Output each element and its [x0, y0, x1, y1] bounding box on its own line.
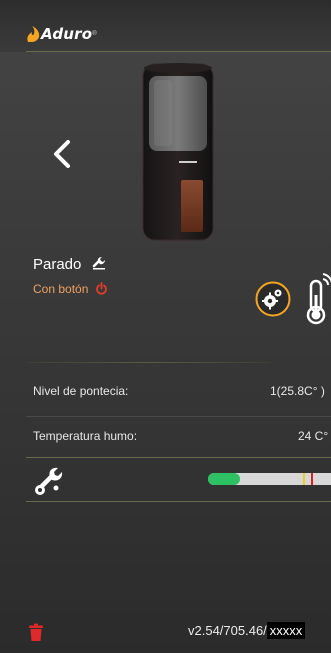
stove-image	[142, 63, 214, 241]
serial-number: xxxxx	[266, 622, 306, 639]
status-progress-bar	[208, 473, 331, 485]
trash-icon[interactable]	[28, 623, 44, 642]
section-divider	[26, 362, 271, 363]
flame-icon	[27, 26, 40, 42]
power-level-label: Nivel de pontecia:	[33, 384, 129, 398]
smoke-temperature-label: Temperatura humo:	[33, 429, 138, 443]
row-divider	[26, 457, 331, 458]
stove-status-text: Parado	[33, 256, 82, 273]
back-chevron-icon[interactable]	[48, 137, 76, 171]
progress-marker-yellow	[303, 473, 305, 485]
brand-name: Aduro	[41, 25, 93, 43]
firmware-version: v2.54/705.46/xxxxx	[188, 622, 306, 639]
stove-mode-text: Con botón	[33, 282, 89, 296]
smoke-temperature-value: 24 C°	[298, 429, 329, 443]
row-divider	[26, 501, 331, 502]
row-divider	[26, 416, 331, 417]
top-bar: Aduro ®	[0, 0, 331, 52]
power-icon[interactable]	[95, 282, 108, 295]
tools-icon[interactable]	[31, 463, 67, 497]
progress-marker-red	[311, 473, 313, 485]
brand-logo: Aduro ®	[26, 25, 97, 43]
thermometer-wifi-icon[interactable]	[306, 273, 331, 325]
stove-mode: Con botón	[33, 282, 108, 296]
wrench-icon[interactable]	[92, 256, 106, 270]
header-divider	[26, 51, 331, 52]
brand-registered-mark: ®	[92, 31, 97, 37]
progress-fill	[208, 473, 240, 485]
stove-status: Parado	[33, 256, 106, 273]
version-text: v2.54/705.46/	[188, 623, 267, 638]
gear-icon[interactable]	[255, 281, 291, 317]
power-level-value: 1(25.8C° )	[270, 384, 325, 398]
